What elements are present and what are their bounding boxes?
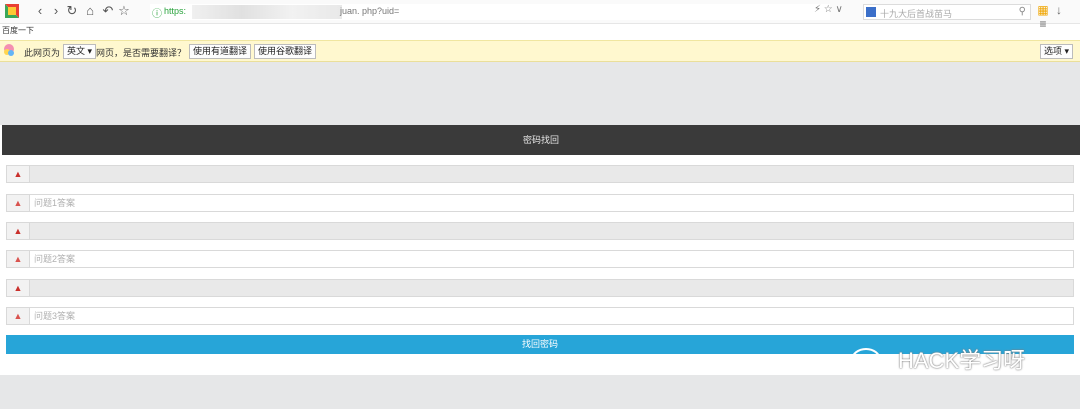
star-icon[interactable]: ☆ bbox=[116, 3, 132, 19]
warning-icon: ▲ bbox=[7, 223, 30, 239]
google-translate-button[interactable]: 使用谷歌翻译 bbox=[254, 44, 317, 59]
search-placeholder: 十九大后首战苗马 bbox=[880, 9, 953, 19]
toolbar-right: ▦ ↓≡ bbox=[1036, 3, 1080, 31]
download-icon[interactable]: ↓ bbox=[1052, 3, 1066, 17]
thumbs-up-icon: ▲ bbox=[7, 195, 30, 211]
answer-1-input[interactable] bbox=[34, 196, 1064, 210]
url-actions[interactable]: ⚡ ☆ ∨ bbox=[814, 4, 843, 15]
address-bar[interactable]: ⓘ https: juan. php?uid= bbox=[150, 4, 830, 20]
browser-toolbar: ‹ › ↻ ⌂ ↶ ☆ ⓘ https: juan. php?uid= ⚡ ☆ … bbox=[0, 0, 1080, 31]
top-band bbox=[0, 62, 1080, 125]
watermark: HACK学习呀 bbox=[850, 343, 1050, 379]
page-title: 密码找回 bbox=[2, 125, 1080, 155]
translate-icon bbox=[4, 44, 14, 56]
youdao-translate-button[interactable]: 使用有道翻译 bbox=[189, 44, 252, 59]
info-icon[interactable]: ⓘ bbox=[152, 5, 162, 20]
menu-icon[interactable]: ≡ bbox=[1036, 17, 1050, 31]
translate-question: 网页，是否需要翻译？ bbox=[96, 48, 187, 58]
answer-2-row: ▲ bbox=[6, 250, 1074, 268]
answer-2-input[interactable] bbox=[34, 252, 1064, 266]
home-icon[interactable]: ⌂ bbox=[82, 3, 98, 19]
browser-logo-icon bbox=[5, 4, 19, 18]
warning-icon: ▲ bbox=[7, 280, 30, 296]
translate-options-button[interactable]: 选项 ▾ bbox=[1040, 44, 1074, 59]
translate-bar: 此网页为 英文 ▾ 网页，是否需要翻译？ 使用有道翻译 使用谷歌翻译 选项 ▾ bbox=[0, 40, 1080, 62]
search-box[interactable]: 十九大后首战苗马 ⚲ bbox=[863, 4, 1031, 20]
bookmark-baidu[interactable]: 百度一下 bbox=[2, 25, 34, 36]
answer-3-row: ▲ bbox=[6, 307, 1074, 325]
answer-3-input[interactable] bbox=[34, 309, 1064, 323]
search-icon[interactable]: ⚲ bbox=[1019, 6, 1026, 17]
apps-grid-icon[interactable]: ▦ bbox=[1036, 3, 1050, 17]
thumbs-up-icon: ▲ bbox=[7, 251, 30, 267]
search-engine-icon[interactable] bbox=[866, 7, 876, 17]
answer-1-row: ▲ bbox=[6, 194, 1074, 212]
watermark-text: HACK学习呀 bbox=[898, 348, 1026, 373]
undo-icon[interactable]: ↶ bbox=[100, 3, 116, 19]
alert-row-3: ▲ bbox=[6, 279, 1074, 297]
bottom-band bbox=[0, 375, 1080, 409]
alert-row-2: ▲ bbox=[6, 222, 1074, 240]
forward-icon[interactable]: › bbox=[48, 3, 64, 19]
url-path: juan. php?uid= bbox=[340, 6, 400, 16]
reload-icon[interactable]: ↻ bbox=[64, 3, 80, 19]
alert-row-1: ▲ bbox=[6, 165, 1074, 183]
back-icon[interactable]: ‹ bbox=[32, 3, 48, 19]
thumbs-up-icon: ▲ bbox=[7, 308, 30, 324]
language-select[interactable]: 英文 ▾ bbox=[63, 44, 97, 59]
warning-icon: ▲ bbox=[7, 166, 30, 182]
translate-prefix: 此网页为 bbox=[24, 48, 61, 58]
url-redacted bbox=[192, 5, 342, 19]
url-protocol: https: bbox=[164, 6, 187, 16]
wechat-icon bbox=[851, 348, 891, 375]
